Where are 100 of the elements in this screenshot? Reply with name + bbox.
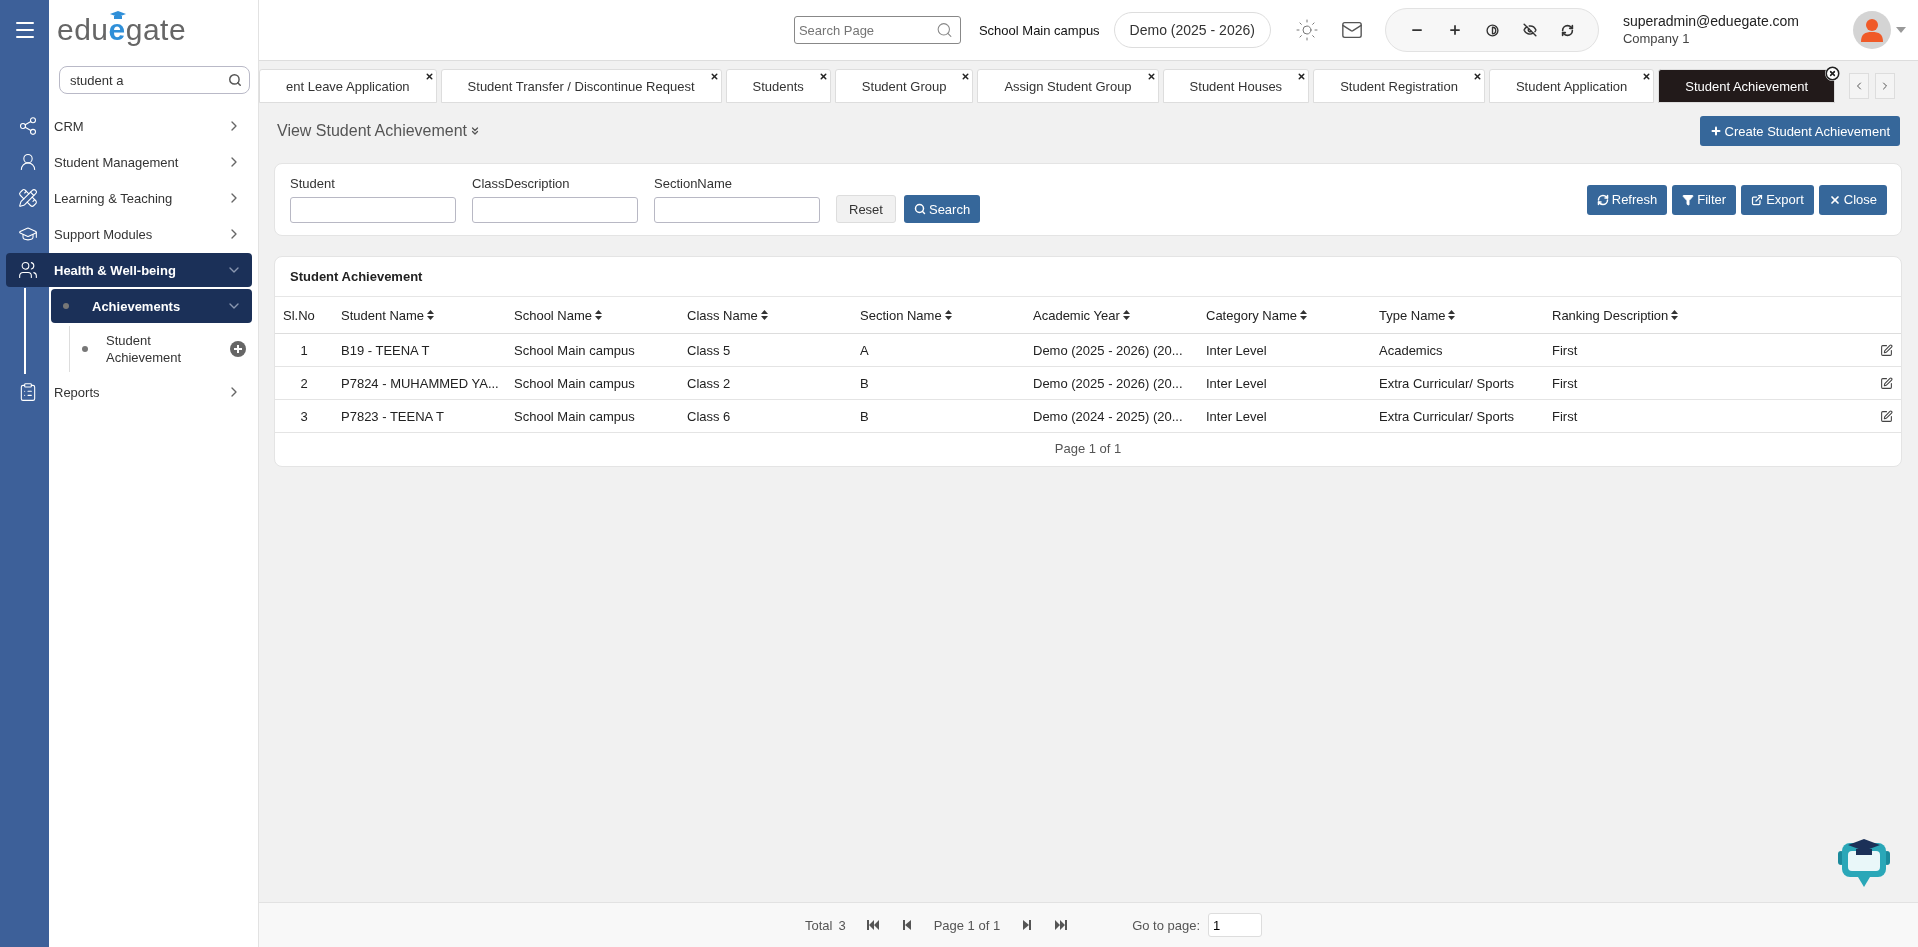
- menu-item[interactable]: Support Modules: [6, 217, 252, 251]
- tab[interactable]: ent Leave Application: [259, 69, 437, 103]
- table-cell: Inter Level: [1206, 375, 1267, 391]
- goto-page-field[interactable]: 1: [1208, 913, 1263, 937]
- edit-icon: [1880, 409, 1893, 423]
- submenu-item[interactable]: Achievements: [51, 289, 252, 323]
- filter-field[interactable]: [290, 197, 456, 223]
- table-cell: Class 2: [687, 375, 731, 391]
- field-label: SectionName: [654, 176, 734, 191]
- menu-item[interactable]: Reports: [6, 375, 252, 409]
- first-page-icon[interactable]: [865, 918, 880, 932]
- tab[interactable]: Student Group: [834, 69, 974, 103]
- close-icon[interactable]: [1472, 72, 1482, 81]
- close-icon[interactable]: [1825, 66, 1841, 81]
- action-button[interactable]: Refresh: [1586, 184, 1668, 215]
- table-title: Student Achievement: [275, 257, 1901, 297]
- contrast-icon: [1485, 23, 1499, 37]
- table-cell: Demo (2025 - 2026) (20...: [1033, 375, 1183, 391]
- table-cell: B19 - TEENA T: [341, 342, 430, 358]
- tab[interactable]: Students: [725, 69, 831, 103]
- edit-icon: [1880, 376, 1893, 390]
- campus-name: School Main campus: [978, 22, 1100, 38]
- column-header[interactable]: Class Name: [687, 307, 768, 323]
- table-cell: Extra Curricular/ Sports: [1379, 408, 1515, 424]
- avatar[interactable]: [1853, 11, 1891, 49]
- table-cell: 3: [300, 408, 308, 424]
- column-header[interactable]: Type Name: [1379, 307, 1456, 323]
- table-cell: Academics: [1379, 342, 1443, 358]
- column-header[interactable]: Academic Year: [1033, 307, 1130, 323]
- table-cell: Demo (2024 - 2025) (20...: [1033, 408, 1183, 424]
- sort-icon: [1448, 310, 1456, 320]
- mail-icon: [1340, 19, 1363, 41]
- close-icon[interactable]: [709, 72, 719, 81]
- action-button[interactable]: Export: [1741, 184, 1814, 215]
- tab[interactable]: Student Application: [1488, 69, 1655, 103]
- column-header[interactable]: Section Name: [860, 307, 952, 323]
- menu-search-field[interactable]: student a: [59, 66, 250, 94]
- close-icon[interactable]: [1297, 72, 1307, 81]
- sort-icon: [944, 310, 952, 320]
- plus-icon: [1709, 125, 1722, 137]
- sort-icon: [1122, 310, 1130, 320]
- search-button[interactable]: Search: [903, 195, 981, 223]
- filter-field[interactable]: [472, 197, 638, 223]
- column-header[interactable]: Ranking Description: [1552, 307, 1679, 323]
- menu-item[interactable]: Student Management: [6, 145, 252, 179]
- menu-item[interactable]: Learning & Teaching: [6, 181, 252, 215]
- table-cell: First: [1552, 408, 1578, 424]
- action-button[interactable]: Close: [1818, 184, 1887, 215]
- column-header[interactable]: School Name: [514, 307, 603, 323]
- academic-year-selector[interactable]: Demo (2025 - 2026): [1113, 12, 1271, 48]
- table-cell: First: [1552, 375, 1578, 391]
- tab[interactable]: Student Houses: [1162, 69, 1310, 103]
- close-icon[interactable]: [424, 72, 434, 81]
- close-icon[interactable]: [1642, 72, 1652, 81]
- table-cell: Class 5: [687, 342, 731, 358]
- sun-icon: [1294, 18, 1319, 42]
- reset-button[interactable]: Reset: [836, 195, 896, 223]
- plus-icon: [1447, 23, 1462, 37]
- table-cell: School Main campus: [514, 408, 635, 424]
- edit-button[interactable]: [1880, 409, 1893, 423]
- filter-field[interactable]: [654, 197, 820, 223]
- page-info: Page 1 of 1: [933, 917, 1001, 933]
- tab[interactable]: Assign Student Group: [977, 69, 1159, 103]
- column-header: Sl.No: [283, 307, 315, 323]
- page-info: Page 1 of 1: [1054, 441, 1122, 456]
- table-cell: 1: [300, 342, 308, 358]
- close-icon: [1828, 193, 1841, 206]
- tab[interactable]: Student Transfer / Discontinue Request: [440, 69, 722, 103]
- edit-button[interactable]: [1880, 343, 1893, 357]
- tab[interactable]: Student Registration: [1313, 69, 1485, 103]
- close-icon[interactable]: [961, 72, 971, 81]
- action-button[interactable]: Filter: [1672, 184, 1737, 215]
- mail-button[interactable]: [1340, 19, 1363, 41]
- close-icon[interactable]: [818, 72, 828, 81]
- search-icon: [913, 203, 926, 215]
- sort-icon: [595, 310, 603, 320]
- table-cell: 2: [300, 375, 308, 391]
- edit-button[interactable]: [1880, 376, 1893, 390]
- menu-item[interactable]: Health & Well-being: [6, 253, 252, 287]
- export-icon: [1751, 193, 1764, 206]
- submenu-link[interactable]: Student Achievement: [69, 326, 252, 372]
- total-label: Total: [804, 917, 833, 933]
- close-icon[interactable]: [1146, 72, 1156, 81]
- menu-item[interactable]: CRM: [6, 109, 252, 143]
- pencil-ruler-icon: [17, 188, 38, 208]
- column-header[interactable]: Student Name: [341, 307, 435, 323]
- table-cell: P7823 - TEENA T: [341, 408, 444, 424]
- table-cell: Inter Level: [1206, 408, 1267, 424]
- add-icon[interactable]: [230, 341, 246, 357]
- caret-icon[interactable]: [1896, 27, 1906, 33]
- refresh-icon: [1596, 193, 1609, 206]
- page-search-field[interactable]: Search Page: [793, 16, 961, 44]
- column-header[interactable]: Category Name: [1206, 307, 1308, 323]
- zoom-in-button[interactable]: [1447, 23, 1462, 37]
- hide-button[interactable]: [1522, 23, 1537, 37]
- contrast-button[interactable]: [1485, 23, 1499, 37]
- last-page-icon[interactable]: [1054, 918, 1069, 932]
- create-button[interactable]: Create Student Achievement: [1699, 116, 1900, 146]
- total-count: 3: [838, 917, 846, 933]
- reload-button[interactable]: [1560, 23, 1574, 37]
